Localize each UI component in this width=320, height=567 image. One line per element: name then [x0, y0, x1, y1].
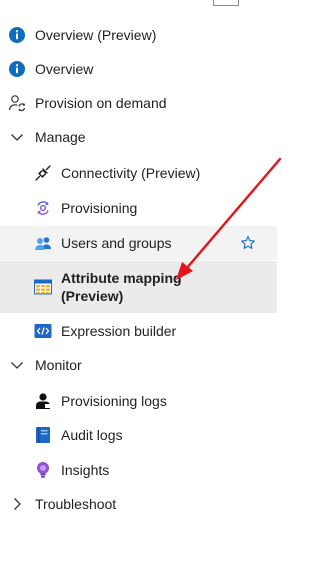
nav-item-overview-preview[interactable]: Overview (Preview)	[0, 18, 277, 52]
nav-group-monitor[interactable]: Monitor	[0, 348, 277, 382]
star-icon[interactable]	[240, 235, 256, 251]
book-icon	[34, 426, 52, 444]
nav-group-manage[interactable]: Manage	[0, 120, 277, 154]
nav-item-insights[interactable]: Insights	[0, 453, 277, 487]
code-icon	[34, 322, 52, 340]
side-navigation: Overview (Preview) Overview Provision on…	[0, 0, 300, 567]
table-icon	[34, 278, 52, 296]
nav-item-label: Users and groups	[61, 235, 172, 251]
nav-item-label: Attribute mapping (Preview)	[61, 270, 182, 304]
nav-item-label: Provisioning	[61, 200, 138, 216]
nav-item-provision-on-demand[interactable]: Provision on demand	[0, 86, 277, 120]
nav-item-expression-builder[interactable]: Expression builder	[0, 314, 277, 348]
nav-item-label: Connectivity (Preview)	[61, 165, 201, 181]
info-icon	[8, 26, 26, 44]
nav-item-connectivity-preview[interactable]: Connectivity (Preview)	[0, 156, 277, 190]
person-log-icon	[34, 392, 52, 410]
chevron-down-icon[interactable]	[8, 128, 26, 146]
nav-group-label: Monitor	[35, 357, 82, 373]
nav-item-label: Provisioning logs	[61, 393, 167, 409]
nav-group-label: Manage	[35, 129, 86, 145]
nav-item-label: Expression builder	[61, 323, 177, 339]
nav-item-attribute-mapping-preview[interactable]: Attribute mapping (Preview)	[0, 261, 277, 313]
nav-item-audit-logs[interactable]: Audit logs	[0, 418, 277, 452]
person-sync-icon	[8, 94, 26, 112]
nav-item-users-and-groups[interactable]: Users and groups	[0, 226, 277, 260]
info-icon	[8, 60, 26, 78]
nav-item-overview[interactable]: Overview	[0, 52, 277, 86]
plug-icon	[34, 164, 52, 182]
nav-group-label: Troubleshoot	[35, 496, 117, 512]
lightbulb-icon	[34, 461, 52, 479]
nav-group-troubleshoot[interactable]: Troubleshoot	[0, 487, 277, 521]
chevron-right-icon[interactable]	[8, 495, 26, 513]
nav-item-provisioning-logs[interactable]: Provisioning logs	[0, 384, 277, 418]
nav-item-label: Provision on demand	[35, 95, 167, 111]
nav-item-label: Overview (Preview)	[35, 27, 157, 43]
nav-item-label: Overview	[35, 61, 94, 77]
users-icon	[34, 234, 52, 252]
gear-sync-icon	[34, 199, 52, 217]
nav-item-label: Audit logs	[61, 427, 123, 443]
nav-item-label: Insights	[61, 462, 110, 478]
chevron-down-icon[interactable]	[8, 356, 26, 374]
nav-item-provisioning[interactable]: Provisioning	[0, 191, 277, 225]
